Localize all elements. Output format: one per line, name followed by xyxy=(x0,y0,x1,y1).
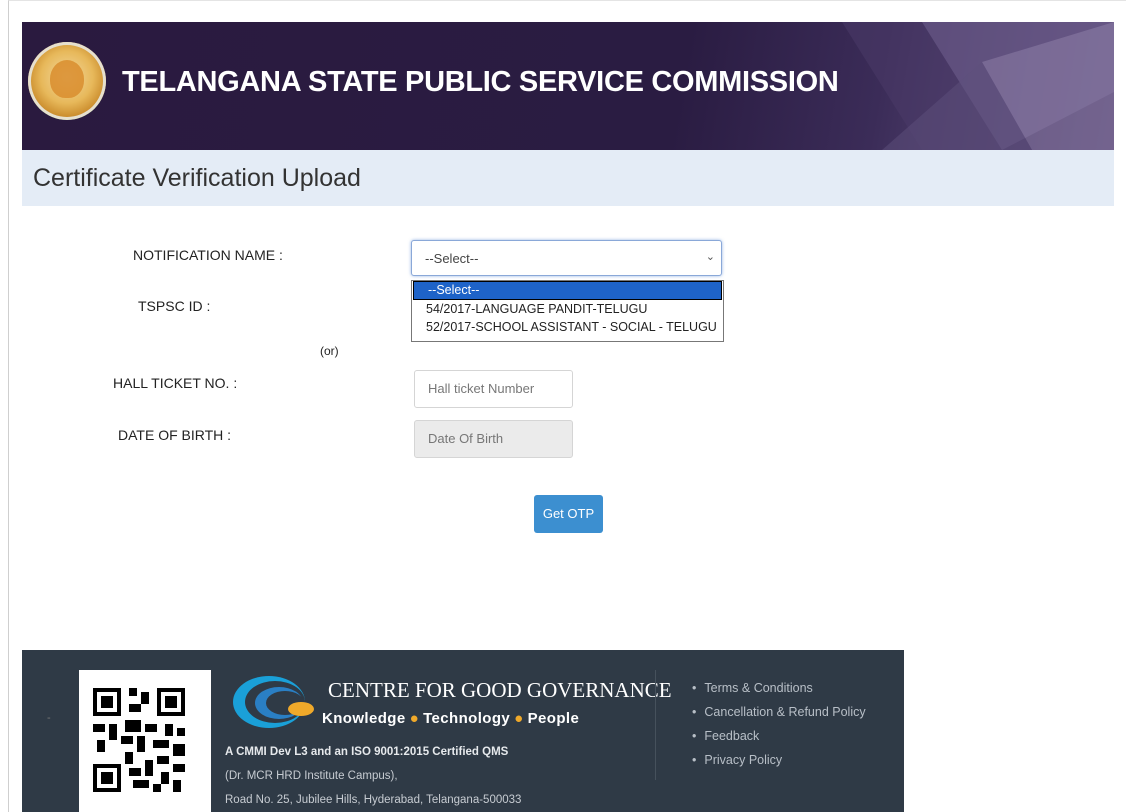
notification-name-label: NOTIFICATION NAME : xyxy=(133,247,283,263)
terms-link[interactable]: Terms & Conditions xyxy=(692,676,866,700)
hall-ticket-input[interactable]: Hall ticket Number xyxy=(414,370,573,408)
chevron-down-icon: ⌄ xyxy=(705,251,715,263)
privacy-policy-link[interactable]: Privacy Policy xyxy=(692,748,866,772)
dropdown-option[interactable]: 52/2017-SCHOOL ASSISTANT - SOCIAL - TELU… xyxy=(412,318,723,336)
cgg-logo-icon xyxy=(233,676,314,728)
hall-ticket-label: HALL TICKET NO. : xyxy=(113,375,238,391)
tagline-technology: Technology xyxy=(423,710,511,727)
org-tagline: Knowledge ● Technology ● People xyxy=(322,710,580,727)
refund-policy-link[interactable]: Cancellation & Refund Policy xyxy=(692,700,865,724)
notification-dropdown-list: --Select-- 54/2017-LANGUAGE PANDIT-TELUG… xyxy=(411,280,724,342)
tagline-knowledge: Knowledge xyxy=(322,710,406,727)
tagline-people: People xyxy=(527,710,580,727)
address-line-2: Road No. 25, Jubilee Hills, Hyderabad, T… xyxy=(225,794,522,806)
get-otp-button[interactable]: Get OTP xyxy=(534,495,603,533)
qr-code xyxy=(79,670,211,812)
address-line-1: (Dr. MCR HRD Institute Campus), xyxy=(225,770,398,782)
dropdown-option[interactable]: 54/2017-LANGUAGE PANDIT-TELUGU xyxy=(412,300,723,318)
footer-marker: - xyxy=(47,712,51,724)
dropdown-option[interactable]: --Select-- xyxy=(413,281,722,300)
date-of-birth-label: DATE OF BIRTH : xyxy=(118,427,232,443)
footer-divider xyxy=(655,670,656,780)
certification-text: A CMMI Dev L3 and an ISO 9001:2015 Certi… xyxy=(225,746,509,758)
notification-select-value: --Select-- xyxy=(425,251,479,266)
date-of-birth-input[interactable]: Date Of Birth xyxy=(414,420,573,458)
page-title: Certificate Verification Upload xyxy=(33,164,361,192)
org-name: CENTRE FOR GOOD GOVERNANCE xyxy=(328,678,672,702)
header-banner: TELANGANA STATE PUBLIC SERVICE COMMISSIO… xyxy=(22,22,1114,150)
footer: - CENTRE FOR GOOD GOVERNANCE Knowledge ● T… xyxy=(22,650,904,812)
tspsc-id-label: TSPSC ID : xyxy=(138,298,211,314)
page-title-bar: Certificate Verification Upload xyxy=(22,150,1114,206)
tspsc-logo xyxy=(28,42,106,120)
notification-select[interactable]: --Select-- ⌄ xyxy=(411,240,722,276)
qr-code-icon xyxy=(93,688,185,792)
feedback-link[interactable]: Feedback xyxy=(692,724,866,748)
or-separator: (or) xyxy=(320,344,339,358)
site-title: TELANGANA STATE PUBLIC SERVICE COMMISSIO… xyxy=(122,66,839,98)
footer-links: Terms & Conditions Cancellation & Refund… xyxy=(692,676,866,772)
